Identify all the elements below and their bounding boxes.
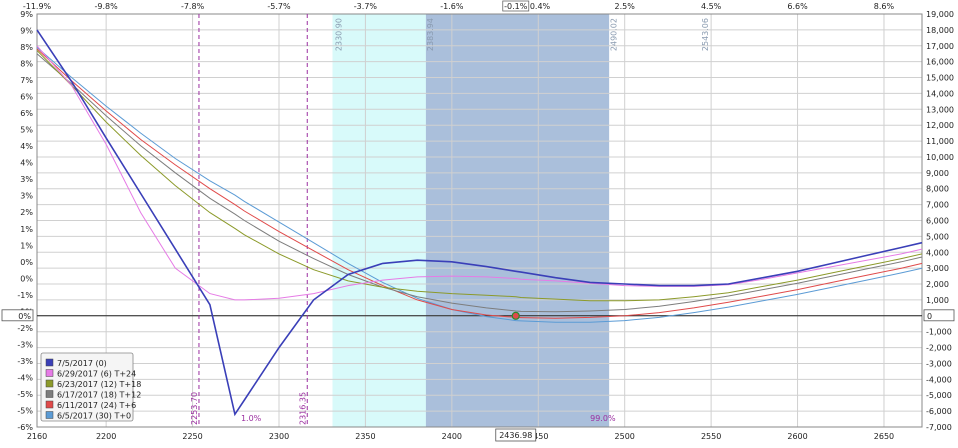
annotation-label: 1.0% (241, 414, 262, 423)
right-zero-label: 0 (927, 312, 932, 321)
top-tick-label: -1.6% (440, 2, 464, 11)
legend-label: 6/23/2017 (12) T+18 (57, 380, 141, 389)
left-tick-label: -3% (17, 340, 33, 349)
right-tick-label: -4,000 (926, 375, 952, 384)
top-tick-label: 8.6% (874, 2, 895, 11)
band-label: 2383.94 (426, 18, 435, 51)
left-tick-label: -6% (17, 423, 33, 432)
chart-svg: 2330.90 2383.94 2490.02 2543.06 2253.70 2316.… (1, 0, 955, 442)
right-tick-label: -1,000 (926, 328, 952, 337)
left-tick-label: -3% (17, 357, 33, 366)
left-tick-label: 4% (20, 159, 33, 168)
breakeven-label: 2253.70 (190, 392, 199, 425)
top-tick-label: -7.8% (181, 2, 205, 11)
left-tick-label: -5% (17, 406, 33, 415)
legend-swatch (45, 369, 54, 377)
right-tick-label: 11,000 (926, 137, 954, 146)
right-tick-label: 17,000 (926, 42, 954, 51)
left-tick-label: -1% (17, 291, 33, 300)
right-tick-label: 5,000 (926, 232, 949, 241)
x-tick-label: 2250 (182, 432, 202, 441)
right-tick-label: 10,000 (926, 153, 954, 162)
right-tick-label: 18,000 (926, 26, 954, 35)
right-tick-label: 2,000 (926, 280, 949, 289)
current-price-label: 2436.98 (499, 431, 532, 440)
right-tick-label: 8,000 (926, 185, 949, 194)
right-tick-label: 1,000 (926, 296, 949, 305)
right-tick-label: 13,000 (926, 105, 954, 114)
left-tick-label: 3% (20, 192, 33, 201)
left-tick-label: 1% (20, 225, 33, 234)
legend-label: 6/5/2017 (30) T+0 (57, 412, 131, 421)
top-tick-label: 6.6% (787, 2, 808, 11)
top-tick-label: -0.1% (504, 2, 528, 11)
top-tick-label: -3.7% (354, 2, 378, 11)
left-tick-label: 1% (20, 241, 33, 250)
x-tick-label: 2300 (269, 432, 289, 441)
right-tick-label: 14,000 (926, 89, 954, 98)
legend: 7/5/2017 (0) 6/29/2017 (6) T+246/23/2017 … (40, 352, 141, 422)
top-tick-label: 2.5% (615, 2, 636, 11)
right-tick-label: 9,000 (926, 169, 949, 178)
right-tick-label: 19,000 (926, 10, 954, 19)
right-tick-label: 3,000 (926, 264, 949, 273)
left-tick-label: 8% (20, 60, 33, 69)
right-tick-label: 12,000 (926, 121, 954, 130)
right-tick-label: -6,000 (926, 407, 952, 416)
top-tick-label: -5.7% (267, 2, 291, 11)
right-tick-label: 4,000 (926, 248, 949, 257)
band-label: 2543.06 (701, 18, 710, 51)
breakeven-label: 2316.35 (298, 392, 307, 425)
right-tick-label: 16,000 (926, 58, 954, 67)
top-tick-label: 4.5% (701, 2, 722, 11)
band-label: 2490.02 (609, 18, 618, 51)
x-tick-label: 2160 (27, 432, 47, 441)
left-tick-label: 4% (20, 142, 33, 151)
left-tick-label: 9% (20, 10, 33, 19)
legend-swatch (45, 379, 54, 388)
left-tick-label: 9% (20, 27, 33, 36)
legend-label: 6/11/2017 (24) T+6 (57, 401, 136, 410)
x-tick-label: 2200 (96, 432, 116, 441)
legend-swatch (45, 390, 54, 398)
current-price-marker (511, 311, 520, 320)
top-tick-label: 0.4% (530, 2, 551, 11)
x-tick-label: 2650 (874, 432, 894, 441)
left-tick-label: 7% (20, 76, 33, 85)
legend-label: 6/29/2017 (6) T+24 (57, 370, 136, 379)
right-tick-label: 15,000 (926, 74, 954, 83)
band-label: 2330.90 (334, 18, 343, 51)
x-tick-label: 2550 (701, 432, 721, 441)
legend-swatch (45, 358, 54, 367)
legend-swatch (45, 400, 54, 409)
pnl-chart: 2330.90 2383.94 2490.02 2543.06 2253.70 2316.… (0, 0, 958, 444)
x-tick-label: 2350 (355, 432, 375, 441)
left-tick-label: -4% (17, 373, 33, 382)
legend-label: 6/17/2017 (18) T+12 (57, 391, 141, 400)
right-tick-label: -5,000 (926, 391, 952, 400)
left-tick-label: 0% (20, 258, 33, 267)
left-zero-label: 0% (18, 312, 31, 321)
left-tick-label: 6% (20, 109, 33, 118)
right-tick-label: 7,000 (926, 201, 949, 210)
right-tick-label: -2,000 (926, 344, 952, 353)
right-tick-label: -7,000 (926, 423, 952, 432)
left-tick-label: 2% (20, 208, 33, 217)
top-tick-label: -9.8% (95, 2, 119, 11)
left-tick-label: 8% (20, 43, 33, 52)
left-tick-label: 5% (20, 126, 33, 135)
left-tick-label: 3% (20, 175, 33, 184)
left-tick-label: -5% (17, 390, 33, 399)
legend-label: 7/5/2017 (0) (57, 359, 107, 368)
left-tick-label: 0% (20, 274, 33, 283)
legend-swatch (45, 411, 54, 419)
left-tick-label: -2% (17, 324, 33, 333)
right-tick-label: -3,000 (926, 359, 952, 368)
right-tick-label: 6,000 (926, 217, 949, 226)
annotation-label: 99.0% (590, 414, 616, 423)
x-tick-label: 2600 (787, 432, 807, 441)
x-tick-label: 2400 (442, 432, 462, 441)
x-tick-label: 2500 (615, 432, 635, 441)
left-tick-label: 6% (20, 93, 33, 102)
